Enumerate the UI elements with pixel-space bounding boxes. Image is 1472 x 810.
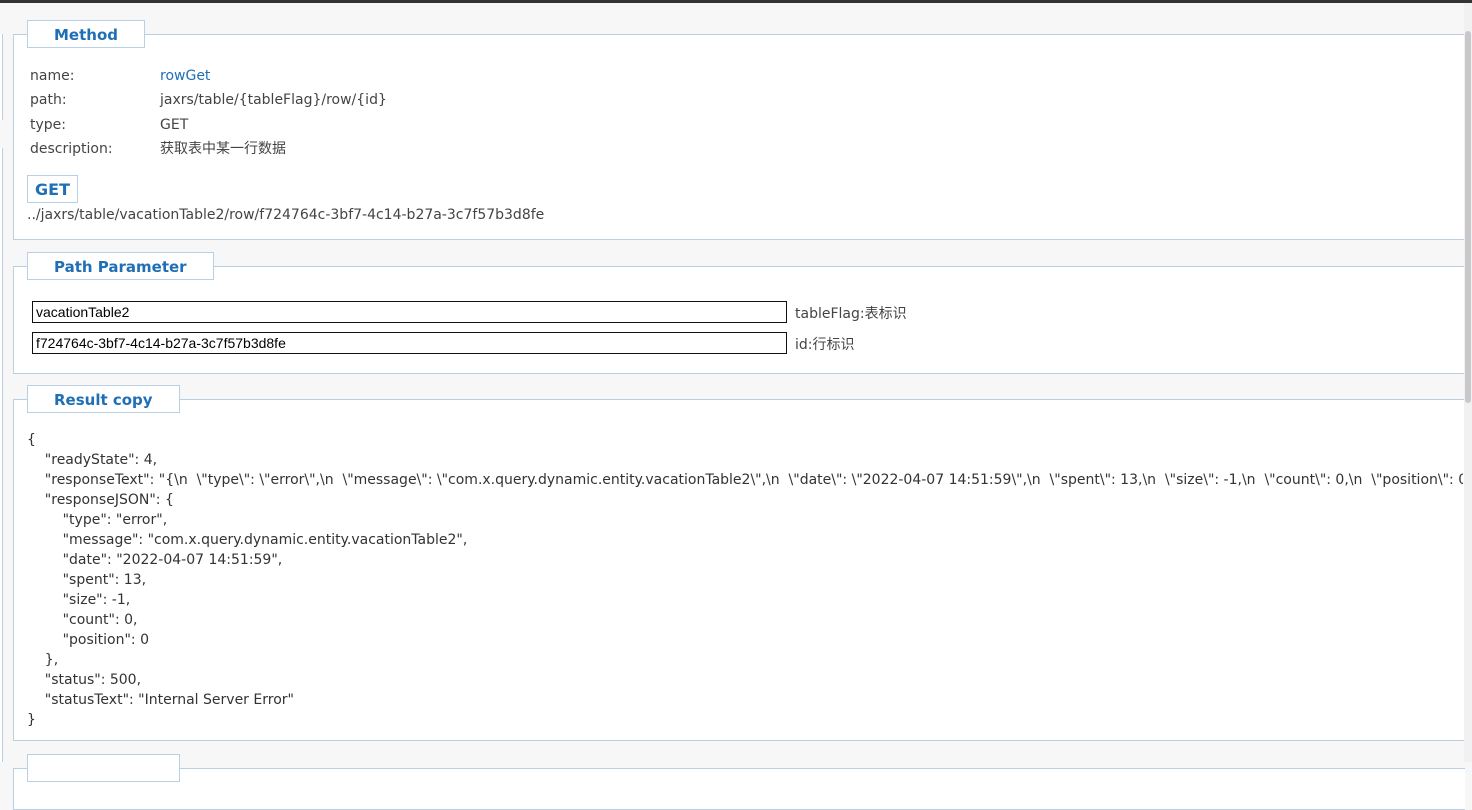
- method-name-row: name: rowGet: [30, 66, 210, 86]
- result-copy-tab[interactable]: Result copy: [27, 385, 180, 413]
- table-flag-input[interactable]: [32, 301, 787, 323]
- row-id-input[interactable]: [32, 332, 787, 354]
- method-path-value: jaxrs/table/{tableFlag}/row/{id}: [160, 92, 387, 108]
- path-parameter-panel: Path Parameter tableFlag:表标识 id:行标识: [13, 252, 1465, 374]
- row-id-description: id:行标识: [795, 337, 855, 353]
- method-path-row: path: jaxrs/table/{tableFlag}/row/{id}: [30, 90, 387, 110]
- window-top-border: [0, 0, 1472, 3]
- path-parameter-tab[interactable]: Path Parameter: [27, 252, 214, 280]
- result-json: { "readyState": 4, "responseText": "{\n …: [27, 432, 1463, 728]
- left-panel-edge: [0, 34, 3, 120]
- field-label: name:: [30, 68, 75, 84]
- result-panel: Result copy { "readyState": 4, "response…: [13, 385, 1465, 741]
- field-label: path:: [30, 92, 67, 108]
- request-url: ../jaxrs/table/vacationTable2/row/f72476…: [27, 207, 545, 223]
- field-label: type:: [30, 117, 66, 133]
- next-panel: [13, 754, 1465, 810]
- method-type-row: type: GET: [30, 115, 188, 135]
- field-label: description:: [30, 141, 113, 157]
- left-panel-edge: [0, 148, 3, 762]
- method-tab[interactable]: Method: [27, 20, 145, 48]
- method-type-value: GET: [160, 117, 189, 133]
- method-name-link[interactable]: rowGet: [160, 68, 210, 84]
- table-flag-description: tableFlag:表标识: [795, 306, 907, 322]
- next-panel-tab[interactable]: [27, 754, 180, 782]
- method-description-row: description: 获取表中某一行数据: [30, 139, 286, 159]
- vertical-scrollbar[interactable]: [1464, 3, 1472, 762]
- scrollbar-thumb[interactable]: [1465, 31, 1471, 403]
- get-button[interactable]: GET: [27, 175, 78, 203]
- method-description-value: 获取表中某一行数据: [160, 141, 286, 157]
- method-panel: Method name: rowGet path: jaxrs/table/{tab…: [13, 20, 1465, 240]
